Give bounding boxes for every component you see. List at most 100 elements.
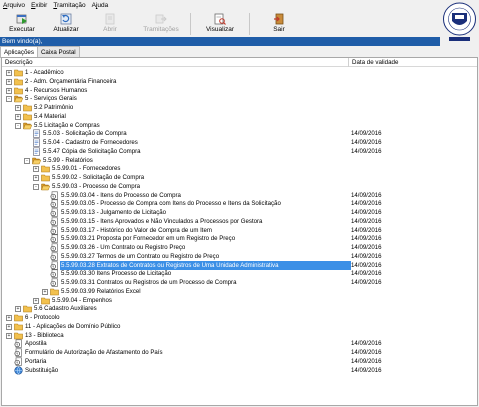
report-icon bbox=[50, 252, 59, 261]
collapse-icon[interactable]: - bbox=[24, 157, 30, 164]
folder-icon bbox=[14, 322, 23, 331]
tree-row[interactable]: +11 - Aplicações de Domínio Público bbox=[2, 322, 477, 331]
refresh-icon bbox=[60, 13, 72, 25]
abrir-button[interactable]: Abrir bbox=[88, 11, 132, 37]
tree-row-label: 5.5.99.03.05 - Processo de Compra com It… bbox=[61, 200, 281, 208]
folder-icon bbox=[41, 173, 50, 182]
tree-row[interactable]: +5.5.99.03.99 Relatórios Excel bbox=[2, 287, 477, 296]
tree-row[interactable]: 5.5.99.03.27 Termos de um Contrato ou Re… bbox=[2, 252, 477, 261]
tree-row[interactable]: Substituição 14/09/2016 bbox=[2, 365, 477, 375]
executar-button[interactable]: Executar bbox=[0, 11, 44, 37]
tree-row[interactable]: +13 - Biblioteca bbox=[2, 331, 477, 340]
menu-ajuda[interactable]: Ajuda bbox=[92, 2, 109, 9]
expand-icon[interactable]: + bbox=[6, 70, 12, 76]
tree-row[interactable]: +5.4 Material bbox=[2, 112, 477, 121]
folder-open-icon bbox=[32, 156, 42, 165]
expand-icon[interactable]: + bbox=[6, 87, 12, 94]
tree-row[interactable]: +5.5.99.01 - Fornecedores bbox=[2, 164, 477, 173]
menu-arquivo[interactable]: Arquivo bbox=[3, 2, 25, 9]
tree-row[interactable]: - 5.5.99 - Relatórios bbox=[2, 156, 477, 165]
tramitacoes-button[interactable]: Tramitações bbox=[132, 11, 190, 37]
tree-row[interactable]: +5.5.99.04 - Empenhos bbox=[2, 296, 477, 305]
tree-row[interactable]: +1 - Acadêmico bbox=[2, 68, 477, 77]
tree-row[interactable]: 5.5.99.03.21 Proposta por Fornecedor em … bbox=[2, 234, 477, 243]
folder-icon bbox=[23, 112, 32, 121]
tree-row[interactable]: +5.6 Cadastro Auxiliares bbox=[2, 304, 477, 313]
open-icon bbox=[105, 13, 115, 25]
expand-icon[interactable]: + bbox=[15, 306, 21, 313]
tree-row[interactable]: 5.5.47 Cópia de Solicitação Compra 14/09/… bbox=[2, 147, 477, 156]
tree-row-label: 11 - Aplicações de Domínio Público bbox=[25, 322, 121, 330]
expand-icon[interactable]: + bbox=[33, 297, 39, 304]
tree-row-label: 5.5.47 Cópia de Solicitação Compra bbox=[43, 147, 141, 155]
tree-row[interactable]: 5.5.99.03.15 - Itens Aprovados e Não Vin… bbox=[2, 217, 477, 226]
tree-row[interactable]: 5.5.99.03.17 - Histórico do Valor de Com… bbox=[2, 226, 477, 235]
tree-row[interactable]: 5.5.99.03.31 Contratos ou Registros de u… bbox=[2, 278, 477, 287]
tree-row[interactable]: - 5.5 Licitação e Compras bbox=[2, 121, 477, 130]
tree-row[interactable]: Apostila 14/09/2016 bbox=[2, 339, 477, 348]
tree-row-label: 5.5.99.03.99 Relatórios Excel bbox=[61, 287, 141, 295]
tree-row[interactable]: 5.5.03 - Solicitação de Compra 14/09/2016 bbox=[2, 129, 477, 138]
menu-tramitacao[interactable]: Tramitação bbox=[53, 2, 85, 9]
validity-date: 14/09/2016 bbox=[351, 279, 382, 286]
expand-icon[interactable]: + bbox=[42, 288, 48, 295]
menu-exibir[interactable]: Exibir bbox=[31, 2, 47, 9]
expand-icon[interactable]: + bbox=[6, 323, 12, 330]
report-icon bbox=[50, 208, 59, 217]
atualizar-button[interactable]: Atualizar bbox=[44, 11, 88, 37]
expand-icon[interactable]: + bbox=[33, 166, 39, 173]
tree-row[interactable]: 5.5.99.03.26 - Um Contrato ou Registro P… bbox=[2, 243, 477, 252]
validity-date: 14/09/2016 bbox=[351, 235, 382, 243]
expand-icon[interactable]: + bbox=[15, 105, 21, 111]
executar-label: Executar bbox=[9, 26, 35, 33]
collapse-icon[interactable]: - bbox=[15, 122, 21, 129]
tree-row[interactable]: - 5.5.99.03 - Processo de Compra bbox=[2, 182, 477, 191]
toolbar: Executar Atualizar Abrir Tramitações Vis… bbox=[0, 11, 440, 37]
tree-row-label: 5.5.99.03.26 - Um Contrato ou Registro P… bbox=[61, 244, 186, 251]
tramitacoes-label: Tramitações bbox=[143, 26, 179, 33]
collapse-icon[interactable]: - bbox=[33, 183, 39, 190]
menu-bar: Arquivo Exibir Tramitação Ajuda bbox=[0, 0, 479, 11]
tree-row-label: Portaria bbox=[25, 357, 47, 365]
column-divider[interactable] bbox=[348, 58, 349, 67]
column-header-validity[interactable]: Data de validade bbox=[352, 59, 398, 66]
tree-row[interactable]: 5.5.04 - Cadastro de Fornecedores 14/09/2… bbox=[2, 138, 477, 147]
validity-date: 14/09/2016 bbox=[351, 261, 382, 269]
tree-row[interactable]: Portaria 14/09/2016 bbox=[2, 357, 477, 366]
tree-row-label: 6 - Protocolo bbox=[25, 314, 60, 321]
validity-date: 14/09/2016 bbox=[351, 191, 382, 199]
report-icon bbox=[50, 261, 59, 270]
tree-row[interactable]: +4 - Recursos Humanos bbox=[2, 86, 477, 95]
tree-row[interactable]: +5.5.99.02 - Solicitação de Compra bbox=[2, 173, 477, 182]
tab-caixa-postal[interactable]: Caixa Postal bbox=[36, 46, 80, 57]
folder-icon bbox=[23, 103, 32, 112]
tree-row-label: 5.5.99.03.13 - Julgamento de Licitação bbox=[61, 209, 167, 216]
tree-row[interactable]: 5.5.99.03.04 - Itens do Processo de Comp… bbox=[2, 191, 477, 200]
welcome-bar: Bem vindo(a), bbox=[0, 37, 440, 46]
expand-icon[interactable]: + bbox=[15, 113, 21, 120]
expand-icon[interactable]: + bbox=[6, 315, 12, 321]
tree-row[interactable]: - 5 - Serviços Gerais bbox=[2, 94, 477, 103]
tree-row[interactable]: 5.5.99.03.30 Itens Processo de Licitação… bbox=[2, 269, 477, 278]
report-icon bbox=[50, 199, 59, 208]
tree-row[interactable]: +5.2 Patrimônio bbox=[2, 103, 477, 112]
sair-button[interactable]: Sair bbox=[250, 11, 308, 37]
tree-row[interactable]: 5.5.99.03.13 - Julgamento de Licitação 14… bbox=[2, 208, 477, 217]
tree-row-label: 5.5.99.03.17 - Histórico do Valor de Com… bbox=[61, 226, 212, 234]
column-header-description[interactable]: Descrição bbox=[5, 59, 33, 66]
tree-row[interactable]: 5.5.99.03.05 - Processo de Compra com It… bbox=[2, 199, 477, 208]
collapse-icon[interactable]: - bbox=[6, 96, 12, 103]
tree-row[interactable]: +2 - Adm. Orçamentária Financeira bbox=[2, 77, 477, 86]
folder-icon bbox=[14, 68, 23, 77]
expand-icon[interactable]: + bbox=[6, 332, 12, 339]
university-seal-logo bbox=[443, 2, 476, 41]
tree-row-label: 1 - Acadêmico bbox=[25, 69, 64, 76]
expand-icon[interactable]: + bbox=[6, 78, 12, 85]
execute-icon bbox=[16, 14, 27, 24]
tree-row-selected[interactable]: 5.5.99.03.28 Extratos de Contratos ou Re… bbox=[2, 260, 477, 270]
document-icon bbox=[32, 147, 41, 156]
tree-row[interactable]: Formulário de Autorização de Afastamento… bbox=[2, 348, 477, 357]
visualizar-button[interactable]: Visualizar bbox=[191, 11, 249, 37]
tree-row[interactable]: +6 - Protocolo bbox=[2, 313, 477, 322]
expand-icon[interactable]: + bbox=[33, 175, 39, 181]
